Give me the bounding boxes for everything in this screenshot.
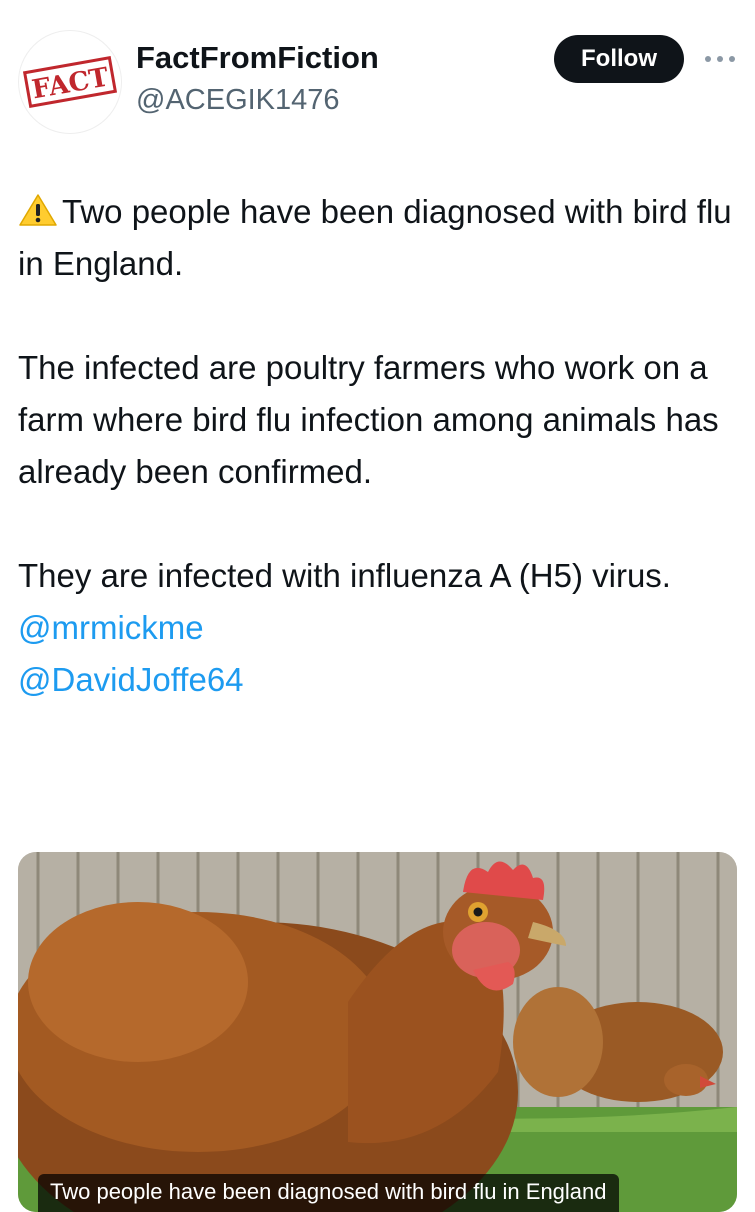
avatar[interactable]: FACT [18,30,122,134]
tweet-media-image[interactable]: Two people have been diagnosed with bird… [18,852,737,1212]
tweet-body: Two people have been diagnosed with bird… [18,186,738,706]
mention-link-davidjoffe64[interactable]: @DavidJoffe64 [18,654,738,706]
tweet-header: FACT FactFromFiction @ACEGIK1476 Follow [0,0,755,140]
tweet-paragraph-3: They are infected with influenza A (H5) … [18,557,671,594]
mention-link-mrmickme[interactable]: @mrmickme [18,602,738,654]
display-name[interactable]: FactFromFiction [136,40,379,76]
media-caption: Two people have been diagnosed with bird… [38,1174,619,1212]
tweet-text-line-1: Two people have been diagnosed with bird… [18,193,732,282]
follow-button[interactable]: Follow [554,35,684,83]
chicken-photo [18,852,737,1212]
warning-icon [19,194,57,226]
more-horizontal-icon[interactable] [703,52,737,66]
tweet-paragraph-2: The infected are poultry farmers who wor… [18,349,719,490]
fact-stamp-logo: FACT [22,56,118,108]
tweet-paragraph-1: Two people have been diagnosed with bird… [18,186,738,290]
user-handle[interactable]: @ACEGIK1476 [136,84,340,117]
